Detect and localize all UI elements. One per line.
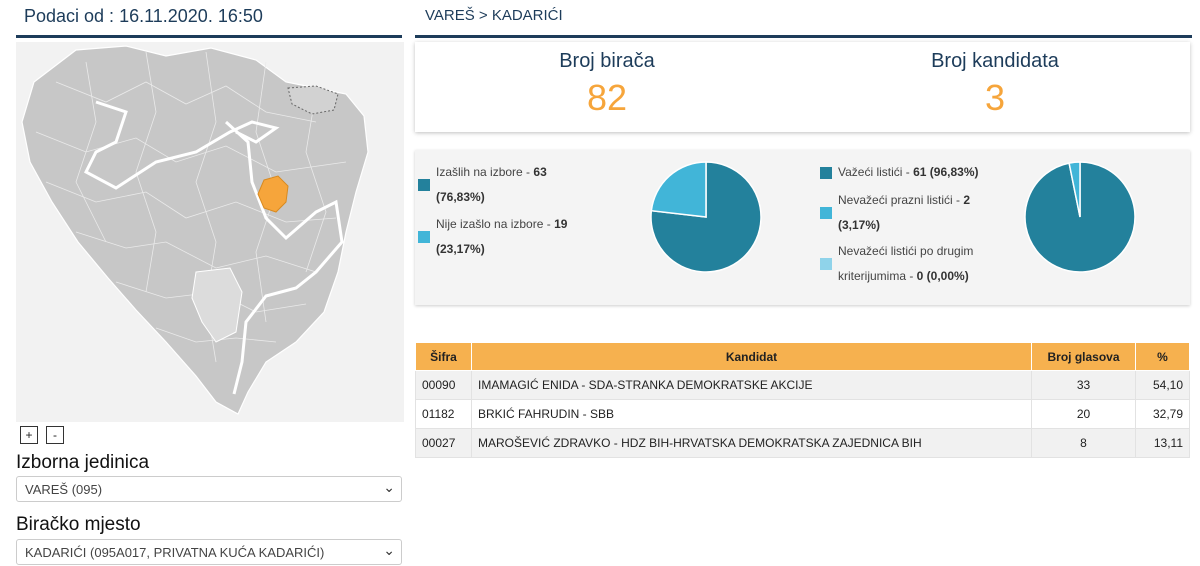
voters-label: Broj birača: [559, 50, 655, 72]
row-votes: 33: [1031, 370, 1136, 400]
ballots-legend-item: Važeći listići - 61 (96,83%): [820, 160, 1020, 186]
legend-label: Važeći listići -: [838, 165, 914, 179]
legend-swatch: [820, 207, 832, 219]
legend-count: 19: [554, 217, 568, 231]
row-votes: 8: [1031, 428, 1136, 458]
turnout-legend-item: Izašlih na izbore - 63 (76,83%): [418, 160, 618, 212]
voters-value: 82: [586, 77, 628, 118]
legend-pct: (3,17%): [838, 218, 881, 232]
legend-swatch: [418, 179, 430, 191]
col-header-candidate[interactable]: Kandidat: [471, 342, 1032, 371]
zoom-out-button[interactable]: -: [46, 426, 64, 444]
row-code: 00027: [415, 428, 472, 458]
legend-swatch: [820, 167, 832, 179]
stats-panel: Broj birača 82 Broj kandidata 3: [415, 42, 1190, 132]
legend-swatch: [820, 258, 832, 270]
date-header: Podaci od : 16.11.2020. 16:50: [16, 0, 402, 38]
candidates-label: Broj kandidata: [931, 50, 1059, 72]
legend-label: Nije izašlo na izbore -: [436, 217, 555, 231]
station-select[interactable]: KADARIĆI (095A017, PRIVATNA KUĆA KADARIĆ…: [16, 539, 402, 565]
candidates-stat: Broj kandidata 3: [845, 50, 1145, 119]
region-map[interactable]: [16, 42, 404, 422]
table-row: 01182 BRKIĆ FAHRUDIN - SBB 20 32,79: [415, 399, 1190, 429]
row-percent: 13,11: [1135, 428, 1190, 458]
col-header-percent[interactable]: %: [1135, 342, 1190, 371]
table-row: 00090 IMAMAGIĆ ENIDA - SDA-STRANKA DEMOK…: [415, 370, 1190, 400]
legend-text: Izašlih na izbore - 63 (76,83%): [436, 160, 606, 210]
chevron-down-icon: ⌄: [383, 479, 395, 495]
results-table: Šifra Kandidat Broj glasova % 00090 IMAM…: [415, 342, 1190, 458]
legend-count: 0 (0,00%): [916, 269, 969, 283]
breadcrumb-bar: VAREŠ > KADARIĆI: [415, 0, 1192, 38]
date-label: Podaci od : 16.11.2020. 16:50: [24, 6, 263, 26]
row-candidate: MAROŠEVIĆ ZDRAVKO - HDZ BIH-HRVATSKA DEM…: [471, 428, 1032, 458]
turnout-pie-chart[interactable]: [649, 160, 763, 274]
legend-count: 63: [533, 165, 547, 179]
row-percent: 54,10: [1135, 370, 1190, 400]
legend-text: Nevažeći listići po drugim kriterijumima…: [838, 239, 1008, 289]
turnout-legend-item: Nije izašlo na izbore - 19 (23,17%): [418, 212, 618, 264]
legend-pct: (76,83%): [436, 190, 485, 204]
col-header-votes[interactable]: Broj glasova: [1031, 342, 1136, 371]
bih-map[interactable]: [16, 42, 404, 422]
legend-text: Važeći listići - 61 (96,83%): [838, 160, 1008, 185]
row-candidate: BRKIĆ FAHRUDIN - SBB: [471, 399, 1032, 429]
left-panel: Podaci od : 16.11.2020. 16:50 + - Izborn…: [0, 0, 410, 566]
col-header-code[interactable]: Šifra: [415, 342, 472, 371]
ballots-pie-chart[interactable]: [1023, 160, 1137, 274]
station-select-value: KADARIĆI (095A017, PRIVATNA KUĆA KADARIĆ…: [25, 545, 325, 560]
ballots-legend-item: Nevažeći prazni listići - 2 (3,17%): [820, 188, 1020, 240]
legend-label: Izašlih na izbore -: [436, 165, 534, 179]
row-percent: 32,79: [1135, 399, 1190, 429]
row-code: 00090: [415, 370, 472, 400]
row-code: 01182: [415, 399, 472, 429]
legend-count: 2: [963, 193, 971, 207]
breadcrumb: VAREŠ > KADARIĆI: [425, 7, 563, 24]
legend-label: Nevažeći prazni listići -: [838, 193, 964, 207]
table-header-row: Šifra Kandidat Broj glasova %: [415, 342, 1190, 371]
charts-panel: Izašlih na izbore - 63 (76,83%) Nije iza…: [415, 150, 1190, 305]
legend-text: Nevažeći prazni listići - 2 (3,17%): [838, 188, 1008, 238]
pie-slice-1[interactable]: [650, 161, 707, 218]
zoom-in-button[interactable]: +: [20, 426, 38, 444]
row-candidate: IMAMAGIĆ ENIDA - SDA-STRANKA DEMOKRATSKE…: [471, 370, 1032, 400]
legend-text: Nije izašlo na izbore - 19 (23,17%): [436, 212, 606, 262]
legend-count: 61 (96,83%): [913, 165, 979, 179]
legend-pct: (23,17%): [436, 242, 485, 256]
candidates-value: 3: [984, 77, 1006, 118]
voters-stat: Broj birača 82: [457, 50, 757, 119]
chevron-down-icon: ⌄: [383, 542, 395, 558]
unit-label: Izborna jedinica: [16, 452, 150, 473]
table-row: 00027 MAROŠEVIĆ ZDRAVKO - HDZ BIH-HRVATS…: [415, 428, 1190, 458]
unit-select-value: VAREŠ (095): [25, 482, 103, 497]
ballots-legend-item: Nevažeći listići po drugim kriterijumima…: [820, 239, 1020, 291]
row-votes: 20: [1031, 399, 1136, 429]
unit-select[interactable]: VAREŠ (095) ⌄: [16, 476, 402, 502]
legend-swatch: [418, 231, 430, 243]
station-label: Biračko mjesto: [16, 514, 141, 535]
